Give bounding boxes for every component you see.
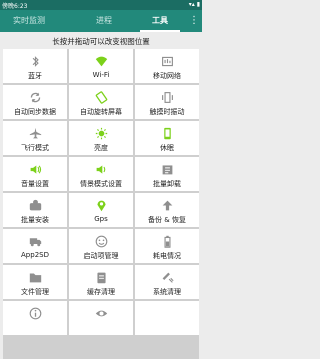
tool-label: 自动旋转屏幕: [80, 108, 122, 116]
tool-tile[interactable]: [3, 301, 67, 335]
sleep-icon: [135, 126, 199, 141]
tool-tile[interactable]: 自动旋转屏幕: [69, 85, 133, 119]
tool-label: 触摸时振动: [149, 108, 185, 116]
wifi-icon: [69, 54, 133, 69]
tool-tile[interactable]: 缓存清理: [69, 265, 133, 299]
tool-label: Gps: [94, 215, 108, 223]
tool-label: 飞行模式: [21, 144, 49, 152]
mobile-data-icon: [135, 54, 199, 69]
tool-label: 音量设置: [21, 180, 49, 188]
tab-tools[interactable]: 工具: [136, 10, 184, 32]
tool-label: 亮度: [94, 144, 108, 152]
tool-label: App2SD: [21, 251, 49, 259]
tool-tile[interactable]: 备份 & 恢复: [135, 193, 199, 227]
tool-tile[interactable]: App2SD: [3, 229, 67, 263]
tool-tile[interactable]: 批量安装: [3, 193, 67, 227]
vibrate-icon: [135, 90, 199, 105]
bluetooth-icon: [3, 54, 67, 69]
tool-tile[interactable]: 批量卸载: [135, 157, 199, 191]
scene-mode-icon: [69, 162, 133, 177]
info-icon: [3, 306, 67, 321]
tool-tile[interactable]: Wi-Fi: [69, 49, 133, 83]
volume-icon: [3, 162, 67, 177]
tool-label: 系统清理: [153, 288, 181, 296]
sync-icon: [3, 90, 67, 105]
tool-label: 批量卸载: [153, 180, 181, 188]
tab-bar: 实时监测 进程 工具 ⋮: [0, 10, 202, 32]
tab-processes[interactable]: 进程: [82, 10, 126, 32]
tool-tile[interactable]: 飞行模式: [3, 121, 67, 155]
tool-label: 文件管理: [21, 288, 49, 296]
tab-realtime-monitor[interactable]: 实时监测: [0, 10, 58, 32]
cache-clean-icon: [69, 270, 133, 285]
tool-label: 耗电情况: [153, 252, 181, 260]
status-time: 傍晚6:23: [2, 3, 28, 10]
batch-install-icon: [3, 198, 67, 213]
tool-label: 移动网络: [153, 72, 181, 80]
tool-label: 情景模式设置: [80, 180, 122, 188]
gps-icon: [69, 198, 133, 213]
tool-tile[interactable]: 触摸时振动: [135, 85, 199, 119]
tool-label: 蓝牙: [28, 72, 42, 80]
rotate-icon: [69, 90, 133, 105]
tool-label: 休眠: [160, 144, 174, 152]
folder-icon: [3, 270, 67, 285]
tool-label: 启动项管理: [83, 252, 119, 260]
brightness-icon: [69, 126, 133, 141]
airplane-icon: [3, 126, 67, 141]
tool-tile[interactable]: 蓝牙: [3, 49, 67, 83]
tool-tile[interactable]: 移动网络: [135, 49, 199, 83]
tool-tile[interactable]: 系统清理: [135, 265, 199, 299]
startup-icon: [69, 234, 133, 249]
backup-restore-icon: [135, 198, 199, 213]
tool-tile[interactable]: 情景模式设置: [69, 157, 133, 191]
tool-tile[interactable]: 音量设置: [3, 157, 67, 191]
tool-tile[interactable]: 休眠: [135, 121, 199, 155]
tool-tile[interactable]: [69, 301, 133, 335]
tool-tile[interactable]: 耗电情况: [135, 229, 199, 263]
overflow-menu-icon[interactable]: ⋮: [186, 10, 202, 32]
tool-label: 备份 & 恢复: [148, 216, 186, 224]
tool-tile[interactable]: [135, 301, 199, 335]
tool-label: 缓存清理: [87, 288, 115, 296]
tool-tile[interactable]: Gps: [69, 193, 133, 227]
eye-icon: [69, 306, 133, 321]
status-indicators: ▾▴ ▮: [188, 1, 200, 8]
tools-grid: 蓝牙 Wi-Fi 移动网络自动同步数据 自动旋转屏幕 触摸时振动飞行模式 亮度 休眠音量设置…: [3, 49, 199, 359]
tool-label: 自动同步数据: [14, 108, 56, 116]
tool-tile[interactable]: 文件管理: [3, 265, 67, 299]
tool-tile[interactable]: 自动同步数据: [3, 85, 67, 119]
status-bar: 傍晚6:23 ▾▴ ▮: [0, 0, 202, 10]
app2sd-icon: [3, 234, 67, 249]
batch-uninstall-icon: [135, 162, 199, 177]
tool-tile[interactable]: 亮度: [69, 121, 133, 155]
tool-label: Wi-Fi: [92, 71, 110, 79]
battery-icon: [135, 234, 199, 249]
drag-hint: 长按并拖动可以改变视图位置: [52, 37, 150, 46]
system-clean-icon: [135, 270, 199, 285]
tool-tile[interactable]: 启动项管理: [69, 229, 133, 263]
tool-label: 批量安装: [21, 216, 49, 224]
